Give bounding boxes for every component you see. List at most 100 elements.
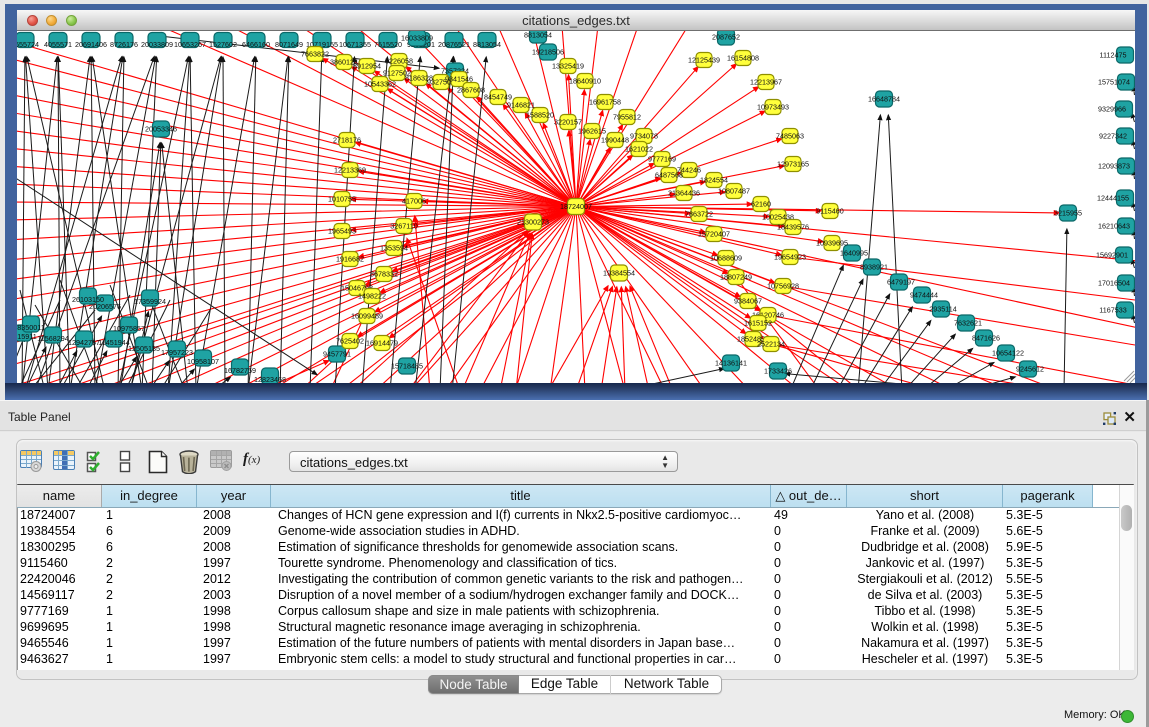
svg-text:1824554: 1824554 xyxy=(700,176,728,185)
svg-text:3267110: 3267110 xyxy=(390,222,417,231)
svg-text:9457791: 9457791 xyxy=(323,350,351,359)
svg-text:9227342: 9227342 xyxy=(1099,132,1127,141)
svg-text:7863722: 7863722 xyxy=(685,210,713,219)
svg-text:8938921: 8938921 xyxy=(860,263,888,272)
svg-text:8813054: 8813054 xyxy=(524,31,552,40)
svg-text:9384067: 9384067 xyxy=(734,297,762,306)
svg-text:1640995: 1640995 xyxy=(840,249,868,258)
svg-text:16099489: 16099489 xyxy=(351,312,383,321)
svg-text:1962615: 1962615 xyxy=(578,127,606,136)
svg-text:8071649: 8071649 xyxy=(275,40,303,49)
svg-text:1733426: 1733426 xyxy=(764,367,792,376)
svg-text:10973493: 10973493 xyxy=(757,103,789,112)
svg-text:20876521: 20876521 xyxy=(438,40,470,49)
svg-text:9474444: 9474444 xyxy=(910,291,938,300)
svg-text:9315911: 9315911 xyxy=(17,332,37,341)
svg-text:12125439: 12125439 xyxy=(688,56,720,65)
svg-text:417006: 417006 xyxy=(402,197,426,206)
svg-text:18640910: 18640910 xyxy=(569,77,601,86)
svg-text:18724007: 18724007 xyxy=(560,202,592,211)
svg-text:21364436: 21364436 xyxy=(668,189,700,198)
svg-text:11451944: 11451944 xyxy=(98,338,129,347)
svg-text:8350011: 8350011 xyxy=(17,323,44,332)
svg-text:16154808: 16154808 xyxy=(727,54,759,63)
svg-text:2655724: 2655724 xyxy=(17,40,39,49)
svg-text:8813054: 8813054 xyxy=(473,40,501,49)
svg-text:1588520: 1588520 xyxy=(526,111,554,120)
svg-text:11568294: 11568294 xyxy=(37,334,68,343)
svg-text:1916682: 1916682 xyxy=(336,255,364,264)
svg-text:9245612: 9245612 xyxy=(1016,365,1044,374)
svg-text:19384554: 19384554 xyxy=(603,269,635,278)
svg-text:10671355: 10671355 xyxy=(339,40,371,49)
svg-text:18439576: 18439576 xyxy=(777,223,809,232)
svg-text:10975857: 10975857 xyxy=(113,324,145,333)
svg-text:2867608: 2867608 xyxy=(457,86,485,95)
svg-text:3215955: 3215955 xyxy=(1054,209,1082,218)
svg-text:16782759: 16782759 xyxy=(224,366,256,375)
svg-text:7515520: 7515520 xyxy=(374,40,402,49)
svg-text:16648784: 16648784 xyxy=(868,95,900,104)
svg-text:15751074: 15751074 xyxy=(1098,78,1130,87)
svg-text:7632621: 7632621 xyxy=(954,319,982,328)
svg-text:1965493: 1965493 xyxy=(328,227,356,236)
svg-text:12942757: 12942757 xyxy=(68,338,100,347)
svg-text:10958107: 10958107 xyxy=(187,357,219,366)
svg-text:6466160: 6466160 xyxy=(242,40,270,49)
svg-text:9734078: 9734078 xyxy=(630,132,658,141)
svg-text:1621022: 1621022 xyxy=(625,145,653,154)
svg-text:2522134: 2522134 xyxy=(757,340,785,349)
svg-text:17359924: 17359924 xyxy=(134,297,166,306)
svg-text:8471626: 8471626 xyxy=(972,334,1000,343)
svg-text:12505135: 12505135 xyxy=(128,344,160,353)
svg-text:5226058: 5226058 xyxy=(385,57,413,66)
svg-text:10654122: 10654122 xyxy=(992,349,1024,358)
svg-text:2087652: 2087652 xyxy=(712,33,740,42)
svg-text:9146821: 9146821 xyxy=(507,101,535,110)
svg-text:10543362: 10543362 xyxy=(364,80,396,89)
svg-text:7955812: 7955812 xyxy=(613,113,641,122)
svg-text:16961758: 16961758 xyxy=(589,98,621,107)
svg-text:2718176: 2718176 xyxy=(333,136,361,145)
svg-text:10653267: 10653267 xyxy=(174,40,206,49)
svg-text:9777169: 9777169 xyxy=(648,155,676,164)
svg-text:21300273: 21300273 xyxy=(517,218,549,227)
svg-text:12973165: 12973165 xyxy=(777,160,809,169)
svg-text:19654923: 19654923 xyxy=(774,253,806,262)
svg-text:1167533: 1167533 xyxy=(1099,306,1126,315)
svg-text:16210643: 16210643 xyxy=(1098,222,1130,231)
svg-text:10807487: 10807487 xyxy=(718,187,750,196)
svg-text:3220157: 3220157 xyxy=(554,118,582,127)
svg-text:1353594: 1353594 xyxy=(380,244,408,253)
svg-text:10939695: 10939695 xyxy=(816,239,848,248)
svg-text:15718485: 15718485 xyxy=(391,362,423,371)
svg-text:17016504: 17016504 xyxy=(1098,279,1130,288)
svg-text:6479197: 6479197 xyxy=(887,278,915,287)
svg-text:8678332: 8678332 xyxy=(370,270,398,279)
svg-text:9329966: 9329966 xyxy=(1098,105,1126,114)
svg-text:9115460: 9115460 xyxy=(816,207,843,216)
svg-text:26103150: 26103150 xyxy=(72,295,104,304)
svg-text:16914479: 16914479 xyxy=(366,339,398,348)
svg-text:12823468: 12823468 xyxy=(254,375,286,383)
svg-text:19218506: 19218506 xyxy=(532,48,564,57)
svg-text:12213369: 12213369 xyxy=(334,166,366,175)
svg-text:1990448: 1990448 xyxy=(601,136,629,145)
svg-text:15720407: 15720407 xyxy=(698,230,730,239)
svg-text:20033809: 20033809 xyxy=(141,40,173,49)
svg-text:12093873: 12093873 xyxy=(1098,162,1130,171)
svg-text:16033809: 16033809 xyxy=(401,34,433,43)
svg-text:15692901: 15692901 xyxy=(1096,251,1128,260)
svg-text:6487568: 6487568 xyxy=(655,171,683,180)
svg-text:1615152: 1615152 xyxy=(744,319,772,328)
svg-text:8726176: 8726176 xyxy=(110,40,138,49)
svg-text:17957223: 17957223 xyxy=(161,348,193,357)
svg-text:12213967: 12213967 xyxy=(750,78,782,87)
svg-text:1010755: 1010755 xyxy=(328,195,356,204)
svg-text:7485063: 7485063 xyxy=(776,132,804,141)
svg-text:10756928: 10756928 xyxy=(767,282,799,291)
svg-text:10688609: 10688609 xyxy=(710,254,742,263)
svg-text:12444155: 12444155 xyxy=(1097,194,1129,203)
svg-text:1527602: 1527602 xyxy=(209,40,237,49)
svg-text:2935114: 2935114 xyxy=(929,305,956,314)
